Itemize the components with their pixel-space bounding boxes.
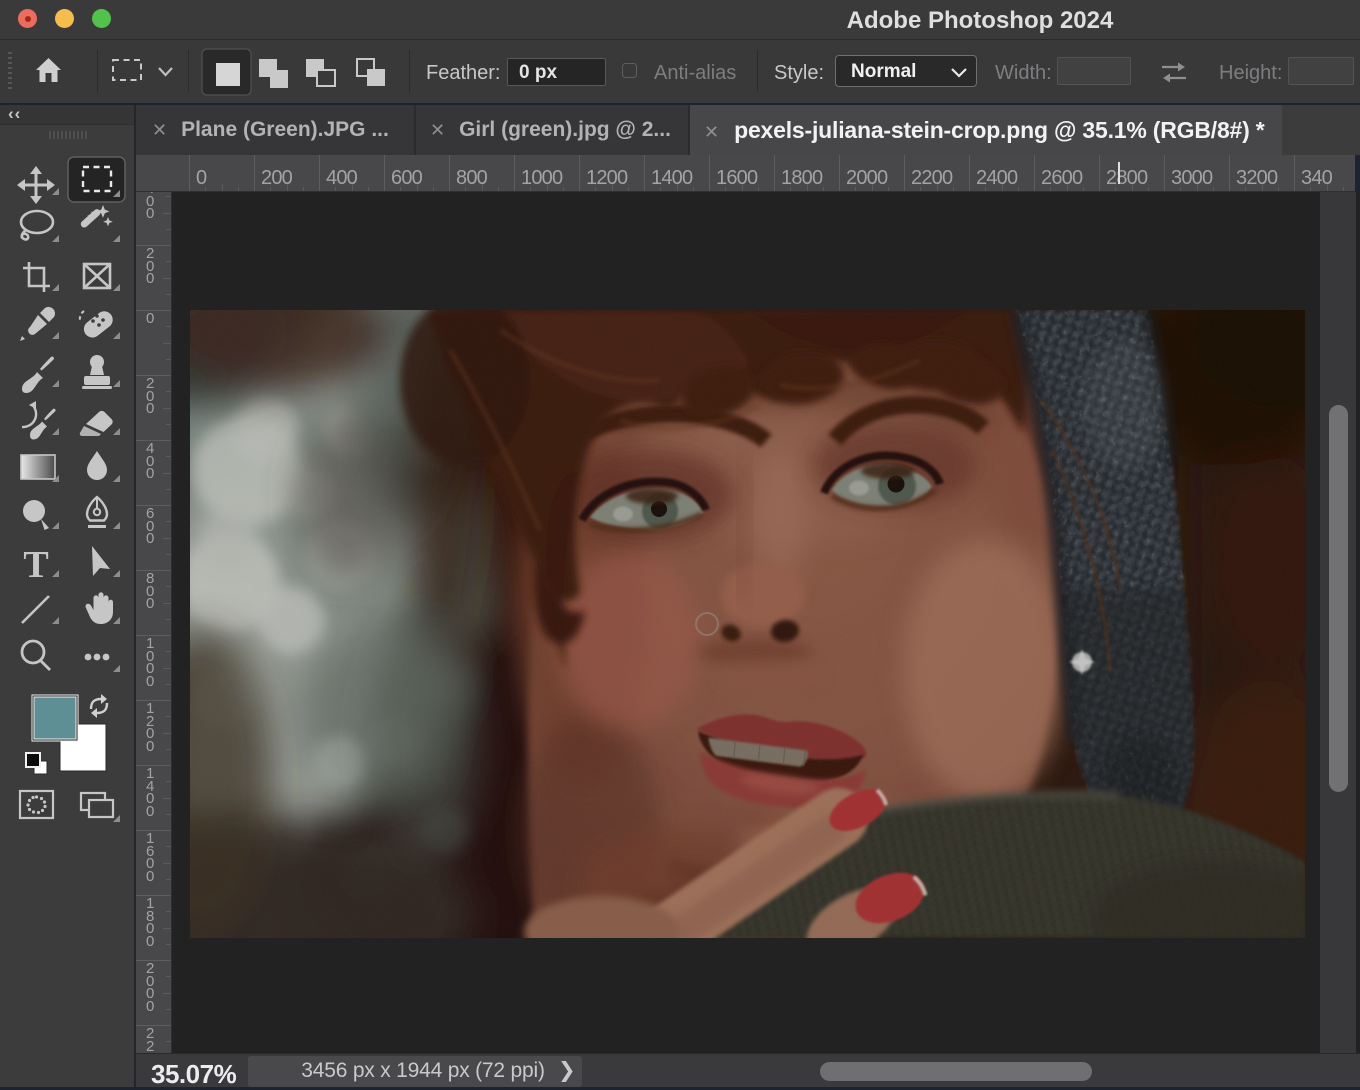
- svg-text:T: T: [23, 544, 48, 586]
